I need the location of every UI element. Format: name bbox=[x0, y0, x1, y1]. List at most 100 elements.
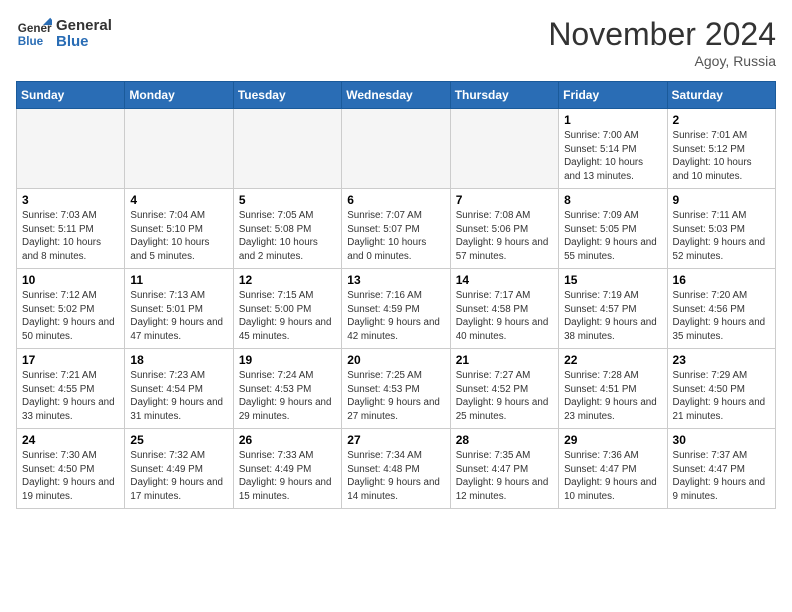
day-info: Sunrise: 7:04 AMSunset: 5:10 PMDaylight:… bbox=[130, 209, 227, 264]
day-number: 19 bbox=[239, 353, 336, 367]
calendar-week-4: 17 Sunrise: 7:21 AMSunset: 4:55 PMDayligh… bbox=[17, 349, 776, 429]
day-number: 27 bbox=[347, 433, 444, 447]
calendar-cell: 18Sunrise: 7:23 AMSunset: 4:54 PMDayligh… bbox=[125, 349, 233, 429]
day-info: Sunrise: 7:08 AMSunset: 5:06 PMDaylight:… bbox=[456, 209, 553, 264]
day-info: Sunrise: 7:11 AMSunset: 5:03 PMDaylight:… bbox=[673, 209, 770, 264]
day-info: Sunrise: 7:12 AMSunset: 5:02 PMDaylight:… bbox=[22, 289, 119, 344]
day-info: Sunrise: 7:00 AMSunset: 5:14 PMDaylight:… bbox=[564, 129, 661, 184]
day-number: 2 bbox=[673, 113, 770, 127]
calendar-cell: 6 Sunrise: 7:07 AMSunset: 5:07 PMDaylight… bbox=[342, 189, 450, 269]
day-info: Sunrise: 7:16 AMSunset: 4:59 PMDaylight:… bbox=[347, 289, 444, 344]
calendar-cell: 19Sunrise: 7:24 AMSunset: 4:53 PMDayligh… bbox=[233, 349, 341, 429]
day-info: Sunrise: 7:28 AMSunset: 4:51 PMDaylight:… bbox=[564, 369, 661, 424]
calendar-cell: 29 Sunrise: 7:36 AMSunset: 4:47 PMDayligh… bbox=[559, 429, 667, 509]
day-number: 6 bbox=[347, 193, 444, 207]
logo-text: General Blue bbox=[56, 18, 112, 51]
page-header: General Blue General Blue November 2024 … bbox=[16, 16, 776, 69]
day-info: Sunrise: 7:35 AMSunset: 4:47 PMDaylight:… bbox=[456, 449, 553, 504]
calendar-cell bbox=[17, 109, 125, 189]
calendar-week-3: 10 Sunrise: 7:12 AMSunset: 5:02 PMDayligh… bbox=[17, 269, 776, 349]
day-number: 20 bbox=[347, 353, 444, 367]
calendar-cell: 16Sunrise: 7:20 AMSunset: 4:56 PMDayligh… bbox=[667, 269, 775, 349]
calendar-cell: 24 Sunrise: 7:30 AMSunset: 4:50 PMDayligh… bbox=[17, 429, 125, 509]
day-number: 4 bbox=[130, 193, 227, 207]
day-number: 13 bbox=[347, 273, 444, 287]
calendar-cell: 1Sunrise: 7:00 AMSunset: 5:14 PMDaylight… bbox=[559, 109, 667, 189]
day-info: Sunrise: 7:20 AMSunset: 4:56 PMDaylight:… bbox=[673, 289, 770, 344]
day-number: 30 bbox=[673, 433, 770, 447]
calendar-cell: 3 Sunrise: 7:03 AMSunset: 5:11 PMDaylight… bbox=[17, 189, 125, 269]
calendar-cell bbox=[233, 109, 341, 189]
logo-icon: General Blue bbox=[16, 16, 52, 52]
calendar-cell: 17 Sunrise: 7:21 AMSunset: 4:55 PMDayligh… bbox=[17, 349, 125, 429]
calendar-table: SundayMondayTuesdayWednesdayThursdayFrid… bbox=[16, 81, 776, 509]
day-info: Sunrise: 7:19 AMSunset: 4:57 PMDaylight:… bbox=[564, 289, 661, 344]
day-number: 11 bbox=[130, 273, 227, 287]
day-info: Sunrise: 7:30 AMSunset: 4:50 PMDaylight:… bbox=[22, 449, 119, 504]
day-number: 17 bbox=[22, 353, 119, 367]
calendar-cell bbox=[125, 109, 233, 189]
day-number: 22 bbox=[564, 353, 661, 367]
day-info: Sunrise: 7:36 AMSunset: 4:47 PMDaylight:… bbox=[564, 449, 661, 504]
weekday-header-tuesday: Tuesday bbox=[233, 82, 341, 109]
calendar-cell: 14 Sunrise: 7:17 AMSunset: 4:58 PMDayligh… bbox=[450, 269, 558, 349]
calendar-cell: 10 Sunrise: 7:12 AMSunset: 5:02 PMDayligh… bbox=[17, 269, 125, 349]
weekday-header-row: SundayMondayTuesdayWednesdayThursdayFrid… bbox=[17, 82, 776, 109]
day-number: 8 bbox=[564, 193, 661, 207]
month-title: November 2024 bbox=[548, 16, 776, 53]
calendar-header: SundayMondayTuesdayWednesdayThursdayFrid… bbox=[17, 82, 776, 109]
calendar-cell: 8Sunrise: 7:09 AMSunset: 5:05 PMDaylight… bbox=[559, 189, 667, 269]
calendar-cell bbox=[342, 109, 450, 189]
day-info: Sunrise: 7:17 AMSunset: 4:58 PMDaylight:… bbox=[456, 289, 553, 344]
day-number: 28 bbox=[456, 433, 553, 447]
day-number: 10 bbox=[22, 273, 119, 287]
day-number: 3 bbox=[22, 193, 119, 207]
calendar-cell: 5Sunrise: 7:05 AMSunset: 5:08 PMDaylight… bbox=[233, 189, 341, 269]
svg-text:Blue: Blue bbox=[18, 35, 44, 48]
calendar-cell: 11 Sunrise: 7:13 AMSunset: 5:01 PMDayligh… bbox=[125, 269, 233, 349]
weekday-header-sunday: Sunday bbox=[17, 82, 125, 109]
day-number: 29 bbox=[564, 433, 661, 447]
day-number: 18 bbox=[130, 353, 227, 367]
day-number: 12 bbox=[239, 273, 336, 287]
day-number: 5 bbox=[239, 193, 336, 207]
weekday-header-friday: Friday bbox=[559, 82, 667, 109]
calendar-cell: 23Sunrise: 7:29 AMSunset: 4:50 PMDayligh… bbox=[667, 349, 775, 429]
day-info: Sunrise: 7:03 AMSunset: 5:11 PMDaylight:… bbox=[22, 209, 119, 264]
day-info: Sunrise: 7:15 AMSunset: 5:00 PMDaylight:… bbox=[239, 289, 336, 344]
calendar-cell: 12 Sunrise: 7:15 AMSunset: 5:00 PMDayligh… bbox=[233, 269, 341, 349]
day-number: 23 bbox=[673, 353, 770, 367]
calendar-cell: 21 Sunrise: 7:27 AMSunset: 4:52 PMDayligh… bbox=[450, 349, 558, 429]
day-number: 26 bbox=[239, 433, 336, 447]
calendar-week-5: 24 Sunrise: 7:30 AMSunset: 4:50 PMDayligh… bbox=[17, 429, 776, 509]
day-number: 21 bbox=[456, 353, 553, 367]
day-info: Sunrise: 7:25 AMSunset: 4:53 PMDaylight:… bbox=[347, 369, 444, 424]
day-info: Sunrise: 7:33 AMSunset: 4:49 PMDaylight:… bbox=[239, 449, 336, 504]
calendar-cell: 2Sunrise: 7:01 AMSunset: 5:12 PMDaylight… bbox=[667, 109, 775, 189]
weekday-header-monday: Monday bbox=[125, 82, 233, 109]
calendar-cell: 30 Sunrise: 7:37 AMSunset: 4:47 PMDayligh… bbox=[667, 429, 775, 509]
logo-blue-text: Blue bbox=[56, 34, 112, 51]
weekday-header-saturday: Saturday bbox=[667, 82, 775, 109]
day-number: 24 bbox=[22, 433, 119, 447]
day-number: 15 bbox=[564, 273, 661, 287]
day-number: 14 bbox=[456, 273, 553, 287]
day-info: Sunrise: 7:34 AMSunset: 4:48 PMDaylight:… bbox=[347, 449, 444, 504]
logo-general: General bbox=[56, 18, 112, 35]
calendar-cell: 28 Sunrise: 7:35 AMSunset: 4:47 PMDayligh… bbox=[450, 429, 558, 509]
day-info: Sunrise: 7:27 AMSunset: 4:52 PMDaylight:… bbox=[456, 369, 553, 424]
day-info: Sunrise: 7:07 AMSunset: 5:07 PMDaylight:… bbox=[347, 209, 444, 264]
weekday-header-thursday: Thursday bbox=[450, 82, 558, 109]
day-info: Sunrise: 7:21 AMSunset: 4:55 PMDaylight:… bbox=[22, 369, 119, 424]
calendar-cell: 22 Sunrise: 7:28 AMSunset: 4:51 PMDayligh… bbox=[559, 349, 667, 429]
day-number: 9 bbox=[673, 193, 770, 207]
calendar-body: 1Sunrise: 7:00 AMSunset: 5:14 PMDaylight… bbox=[17, 109, 776, 509]
calendar-cell: 20 Sunrise: 7:25 AMSunset: 4:53 PMDayligh… bbox=[342, 349, 450, 429]
location: Agoy, Russia bbox=[548, 53, 776, 69]
day-info: Sunrise: 7:13 AMSunset: 5:01 PMDaylight:… bbox=[130, 289, 227, 344]
logo: General Blue General Blue bbox=[16, 16, 112, 52]
calendar-cell: 13 Sunrise: 7:16 AMSunset: 4:59 PMDayligh… bbox=[342, 269, 450, 349]
day-info: Sunrise: 7:37 AMSunset: 4:47 PMDaylight:… bbox=[673, 449, 770, 504]
calendar-week-1: 1Sunrise: 7:00 AMSunset: 5:14 PMDaylight… bbox=[17, 109, 776, 189]
calendar-cell: 4 Sunrise: 7:04 AMSunset: 5:10 PMDaylight… bbox=[125, 189, 233, 269]
